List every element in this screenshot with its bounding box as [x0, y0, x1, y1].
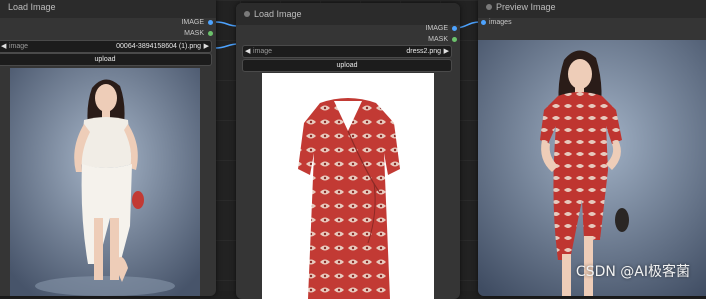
output-image-dot[interactable] [452, 26, 457, 31]
collapse-dot-icon[interactable] [244, 11, 250, 17]
node-title-bar[interactable]: Load Image [236, 3, 460, 25]
wire-left-image [215, 21, 239, 27]
upload-button[interactable]: upload [0, 53, 212, 66]
wire-left-to-middle [215, 43, 239, 49]
image-preview [478, 40, 706, 296]
arrow-left-icon[interactable]: ◀ [1, 41, 6, 52]
image-selector-value: 00064-3894158604 (1).png [116, 43, 201, 50]
load-image-node-left[interactable]: Load Image IMAGE MASK ◀ image 00064-3894… [0, 0, 216, 296]
image-selector-label: image [9, 43, 29, 50]
woman-white-dress-image [10, 68, 200, 296]
node-title-bar[interactable]: Preview Image [478, 0, 706, 18]
woman-red-dress-image [478, 40, 706, 296]
image-preview [10, 68, 200, 296]
image-selector[interactable]: ◀ image 00064-3894158604 (1).png ▶ [0, 40, 212, 53]
image-preview [262, 73, 434, 299]
output-mask-dot[interactable] [452, 37, 457, 42]
arrow-right-icon[interactable]: ▶ [444, 46, 449, 57]
node-title: Load Image [8, 2, 56, 12]
preview-image-node[interactable]: Preview Image images [478, 0, 706, 296]
watermark-text: CSDN @AI极客菌 [575, 264, 690, 280]
red-floral-dress-image [262, 73, 434, 299]
arrow-right-icon[interactable]: ▶ [204, 41, 209, 52]
output-mask-label: MASK [428, 36, 448, 43]
node-title-bar[interactable]: Load Image [0, 0, 216, 18]
output-image-dot[interactable] [208, 20, 213, 25]
node-title: Load Image [254, 9, 302, 19]
load-image-node-middle[interactable]: Load Image IMAGE MASK ◀ image dress2.png… [236, 3, 460, 299]
image-selector[interactable]: ◀ image dress2.png ▶ [242, 45, 452, 58]
image-selector-label: image [253, 48, 273, 55]
upload-button[interactable]: upload [242, 59, 452, 72]
output-mask-dot[interactable] [208, 31, 213, 36]
arrow-left-icon[interactable]: ◀ [245, 46, 250, 57]
input-images-dot[interactable] [481, 20, 486, 25]
collapse-dot-icon[interactable] [486, 4, 492, 10]
output-image-label: IMAGE [425, 25, 448, 32]
input-images-label: images [489, 19, 512, 26]
node-title: Preview Image [496, 2, 556, 12]
output-mask-label: MASK [184, 30, 204, 37]
image-selector-value: dress2.png [406, 48, 441, 55]
output-image-label: IMAGE [181, 19, 204, 26]
